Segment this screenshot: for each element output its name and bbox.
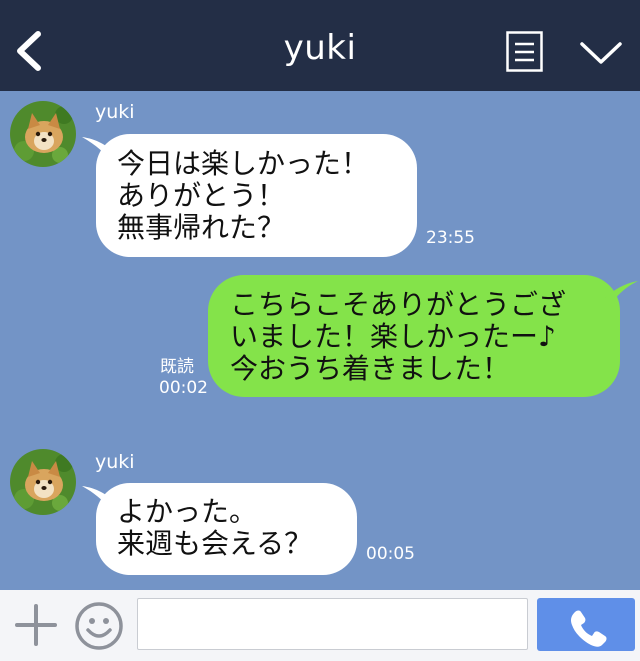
phone-icon (571, 610, 607, 647)
emoji-button[interactable] (74, 601, 124, 651)
bubble-tail (604, 281, 638, 307)
chat-area[interactable]: yuki 今日は楽しかった！ ありがとう！ 無事帰れた？ 23:55 既読 00… (0, 91, 640, 590)
add-button[interactable] (14, 603, 58, 647)
menu-button[interactable] (506, 31, 543, 72)
message-bubble[interactable]: よかった。 来週も会える？ (96, 483, 357, 575)
avatar[interactable] (10, 449, 76, 515)
chat-header: yuki (0, 0, 640, 91)
message-text: 今おうち着きました！ (230, 352, 511, 385)
message-bubble[interactable]: 今日は楽しかった！ ありがとう！ 無事帰れた？ (96, 134, 417, 257)
collapse-button[interactable] (578, 38, 624, 68)
message-input[interactable] (137, 598, 528, 650)
read-receipt: 既読 (160, 357, 194, 377)
chat-title: yuki (283, 28, 357, 68)
smiley-icon (75, 602, 123, 650)
message-text: ありがとう！ (117, 179, 286, 212)
message-text: 今日は楽しかった！ (117, 147, 370, 180)
message-text: いました！楽しかったー♪ (230, 320, 556, 353)
message-time: 00:05 (366, 544, 415, 564)
sender-name: yuki (95, 101, 135, 123)
message-text: よかった。 (117, 495, 258, 528)
message-text: こちらこそありがとうござ (230, 288, 567, 321)
message-time: 23:55 (426, 228, 475, 248)
chevron-down-icon (580, 42, 622, 64)
sender-name: yuki (95, 451, 135, 473)
message-text: 無事帰れた？ (117, 211, 286, 244)
message-bubble[interactable]: こちらこそありがとうござ いました！楽しかったー♪ 今おうち着きました！ (208, 275, 620, 397)
call-button[interactable] (537, 598, 635, 651)
message-text: 来週も会える？ (117, 527, 313, 560)
avatar[interactable] (10, 101, 76, 167)
list-icon (506, 31, 543, 72)
message-time: 00:02 (159, 378, 208, 398)
plus-icon (15, 604, 57, 646)
